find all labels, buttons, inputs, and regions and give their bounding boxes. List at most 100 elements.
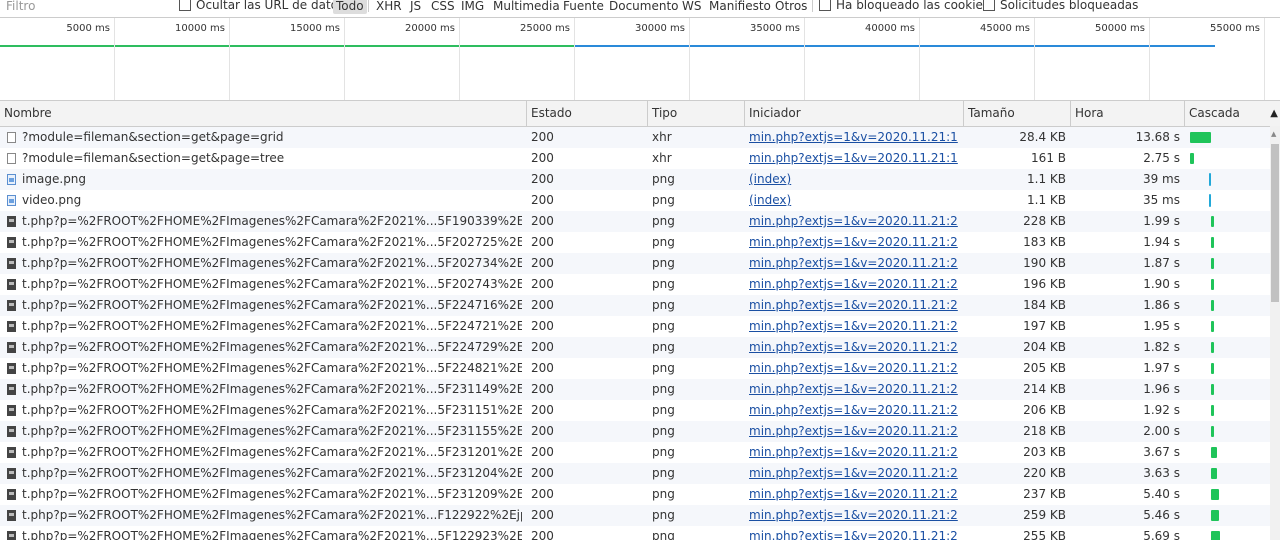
hide-data-urls-checkbox[interactable]: Ocultar las URL de datos: [179, 0, 344, 12]
column-header-time[interactable]: Hora: [1071, 101, 1185, 126]
table-row[interactable]: t.php?p=%2FROOT%2FHOME%2FImagenes%2FCama…: [0, 316, 1270, 337]
request-time: 1.86 s: [1143, 298, 1180, 312]
filter-type-documento[interactable]: Documento: [606, 0, 682, 14]
filter-type-ws[interactable]: WS: [679, 0, 704, 14]
table-row[interactable]: t.php?p=%2FROOT%2FHOME%2FImagenes%2FCama…: [0, 400, 1270, 421]
thumbnail-icon: [7, 216, 16, 227]
request-initiator[interactable]: min.php?extjs=1&v=2020.11.21:2: [749, 295, 959, 316]
request-type: png: [652, 214, 675, 228]
request-initiator[interactable]: min.php?extjs=1&v=2020.11.21:2: [749, 526, 959, 540]
table-row[interactable]: t.php?p=%2FROOT%2FHOME%2FImagenes%2FCama…: [0, 337, 1270, 358]
scroll-up-icon[interactable]: ▲: [1271, 130, 1276, 138]
filter-type-otros[interactable]: Otros: [772, 0, 810, 14]
timeline-tick-label: 10000 ms: [175, 23, 225, 34]
request-type: png: [652, 193, 675, 207]
request-initiator[interactable]: min.php?extjs=1&v=2020.11.21:2: [749, 358, 959, 379]
request-initiator[interactable]: min.php?extjs=1&v=2020.11.21:1: [749, 127, 959, 148]
table-row[interactable]: t.php?p=%2FROOT%2FHOME%2FImagenes%2FCama…: [0, 379, 1270, 400]
request-time: 13.68 s: [1135, 130, 1180, 144]
filter-type-img[interactable]: IMG: [458, 0, 487, 14]
table-row[interactable]: t.php?p=%2FROOT%2FHOME%2FImagenes%2FCama…: [0, 484, 1270, 505]
request-initiator[interactable]: min.php?extjs=1&v=2020.11.21:2: [749, 421, 959, 442]
filter-input[interactable]: [0, 0, 166, 15]
request-initiator[interactable]: min.php?extjs=1&v=2020.11.21:2: [749, 211, 959, 232]
request-initiator[interactable]: min.php?extjs=1&v=2020.11.21:2: [749, 379, 959, 400]
timeline-gridline: [804, 18, 805, 100]
filter-type-todo[interactable]: Todo: [333, 0, 367, 14]
request-initiator[interactable]: min.php?extjs=1&v=2020.11.21:2: [749, 463, 959, 484]
request-size: 259 KB: [1023, 508, 1066, 522]
column-header-type[interactable]: Tipo: [648, 101, 745, 126]
column-header-name[interactable]: Nombre: [0, 101, 527, 126]
request-name: t.php?p=%2FROOT%2FHOME%2FImagenes%2FCama…: [22, 529, 522, 540]
request-name: t.php?p=%2FROOT%2FHOME%2FImagenes%2FCama…: [22, 403, 522, 417]
vertical-scrollbar[interactable]: ▲: [1270, 126, 1280, 540]
table-row[interactable]: t.php?p=%2FROOT%2FHOME%2FImagenes%2FCama…: [0, 421, 1270, 442]
table-row[interactable]: ?module=fileman&section=get&page=tree 200…: [0, 148, 1270, 169]
request-initiator[interactable]: (index): [749, 169, 959, 190]
timeline-gridline: [919, 18, 920, 100]
request-name: t.php?p=%2FROOT%2FHOME%2FImagenes%2FCama…: [22, 424, 522, 438]
request-type: png: [652, 361, 675, 375]
table-row[interactable]: t.php?p=%2FROOT%2FHOME%2FImagenes%2FCama…: [0, 526, 1270, 540]
filter-type-multimedia[interactable]: Multimedia: [490, 0, 563, 14]
request-initiator[interactable]: min.php?extjs=1&v=2020.11.21:2: [749, 400, 959, 421]
filter-type-manifiesto[interactable]: Manifiesto: [706, 0, 774, 14]
table-header: Nombre Estado Tipo Iniciador Tamaño Hora…: [0, 101, 1280, 127]
timeline-overview[interactable]: 5000 ms 10000 ms 15000 ms 20000 ms 25000 ms 3…: [0, 17, 1280, 101]
request-name: t.php?p=%2FROOT%2FHOME%2FImagenes%2FCama…: [22, 466, 522, 480]
waterfall-bar: [1210, 405, 1214, 416]
table-body: ?module=fileman&section=get&page=grid 200…: [0, 127, 1270, 540]
request-size: 203 KB: [1023, 445, 1066, 459]
timeline-tick-label: 25000 ms: [520, 23, 570, 34]
request-status: 200: [531, 487, 554, 501]
thumbnail-icon: [7, 258, 16, 269]
table-row[interactable]: t.php?p=%2FROOT%2FHOME%2FImagenes%2FCama…: [0, 253, 1270, 274]
scrollbar-thumb[interactable]: [1271, 144, 1279, 302]
table-row[interactable]: t.php?p=%2FROOT%2FHOME%2FImagenes%2FCama…: [0, 295, 1270, 316]
request-initiator[interactable]: min.php?extjs=1&v=2020.11.21:2: [749, 253, 959, 274]
request-status: 200: [531, 319, 554, 333]
table-row[interactable]: t.php?p=%2FROOT%2FHOME%2FImagenes%2FCama…: [0, 358, 1270, 379]
request-initiator[interactable]: min.php?extjs=1&v=2020.11.21:2: [749, 484, 959, 505]
filter-type-fuente[interactable]: Fuente: [560, 0, 607, 14]
request-initiator[interactable]: min.php?extjs=1&v=2020.11.21:2: [749, 232, 959, 253]
table-row[interactable]: ?module=fileman&section=get&page=grid 200…: [0, 127, 1270, 148]
filter-type-xhr[interactable]: XHR: [373, 0, 405, 14]
request-initiator[interactable]: min.php?extjs=1&v=2020.11.21:2: [749, 505, 959, 526]
waterfall-bar: [1208, 194, 1211, 207]
table-row[interactable]: t.php?p=%2FROOT%2FHOME%2FImagenes%2FCama…: [0, 463, 1270, 484]
request-type: png: [652, 466, 675, 480]
filter-type-css[interactable]: CSS: [428, 0, 458, 14]
request-initiator[interactable]: min.php?extjs=1&v=2020.11.21:2: [749, 337, 959, 358]
table-row[interactable]: t.php?p=%2FROOT%2FHOME%2FImagenes%2FCama…: [0, 274, 1270, 295]
request-initiator[interactable]: (index): [749, 190, 959, 211]
request-type: png: [652, 172, 675, 186]
doc-icon: [7, 153, 16, 164]
request-name: t.php?p=%2FROOT%2FHOME%2FImagenes%2FCama…: [22, 256, 522, 270]
column-header-waterfall[interactable]: Cascada ▲: [1185, 101, 1280, 126]
waterfall-bar: [1210, 426, 1214, 437]
column-header-status[interactable]: Estado: [527, 101, 648, 126]
timeline-gridline: [1264, 18, 1265, 100]
table-row[interactable]: t.php?p=%2FROOT%2FHOME%2FImagenes%2FCama…: [0, 505, 1270, 526]
column-header-size[interactable]: Tamaño: [964, 101, 1071, 126]
timeline-tick-label: 35000 ms: [750, 23, 800, 34]
table-row[interactable]: t.php?p=%2FROOT%2FHOME%2FImagenes%2FCama…: [0, 442, 1270, 463]
request-initiator[interactable]: min.php?extjs=1&v=2020.11.21:1: [749, 148, 959, 169]
request-initiator[interactable]: min.php?extjs=1&v=2020.11.21:2: [749, 316, 959, 337]
filter-type-js[interactable]: JS: [407, 0, 424, 14]
blocked-requests-checkbox[interactable]: Solicitudes bloqueadas: [983, 0, 1138, 12]
request-initiator[interactable]: min.php?extjs=1&v=2020.11.21:2: [749, 442, 959, 463]
request-size: 1.1 KB: [1027, 193, 1066, 207]
request-size: 218 KB: [1023, 424, 1066, 438]
table-row[interactable]: t.php?p=%2FROOT%2FHOME%2FImagenes%2FCama…: [0, 232, 1270, 253]
request-initiator[interactable]: min.php?extjs=1&v=2020.11.21:2: [749, 274, 959, 295]
request-name: image.png: [22, 172, 87, 186]
table-row[interactable]: video.png 200 png (index) 1.1 KB 35 ms: [0, 190, 1270, 211]
table-row[interactable]: t.php?p=%2FROOT%2FHOME%2FImagenes%2FCama…: [0, 211, 1270, 232]
table-row[interactable]: image.png 200 png (index) 1.1 KB 39 ms: [0, 169, 1270, 190]
request-status: 200: [531, 361, 554, 375]
column-header-initiator[interactable]: Iniciador: [745, 101, 964, 126]
blocked-cookies-checkbox[interactable]: Ha bloqueado las cookies: [819, 0, 989, 12]
